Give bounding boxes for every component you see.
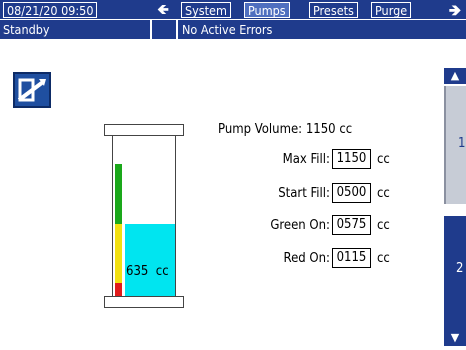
tank-bottom-cap <box>104 296 184 308</box>
tank-top-cap <box>104 124 184 136</box>
tab-presets[interactable]: Presets <box>309 2 358 18</box>
green-on-row: Green On: 0575 cc <box>200 215 420 237</box>
next-screen-button[interactable]: 🡺 <box>444 1 466 19</box>
green-on-field[interactable]: 0575 <box>332 215 371 235</box>
pumps-screen: 635 cc Pump Volume: 1150 cc Max Fill: 11… <box>0 40 440 350</box>
max-fill-row: Max Fill: 1150 cc <box>200 149 420 171</box>
fluid-level <box>125 224 175 296</box>
page-sidebar: ▲ 1 2 ▼ <box>444 60 466 350</box>
red-on-label: Red On: <box>283 251 330 266</box>
current-volume-value: 635 <box>126 264 149 279</box>
edit-button[interactable] <box>13 72 51 108</box>
pump-volume-value: 1150 cc <box>305 122 353 137</box>
green-on-unit: cc <box>377 218 390 233</box>
max-fill-label: Max Fill: <box>282 152 330 167</box>
red-on-unit: cc <box>377 251 390 266</box>
pump-volume-label: Pump Volume: <box>218 122 303 137</box>
pump-volume-display: Pump Volume: 1150 cc <box>218 122 352 137</box>
system-mode-status: Standby <box>3 22 50 37</box>
yellow-level-indicator <box>115 224 122 283</box>
max-fill-unit: cc <box>377 152 390 167</box>
left-arrow-icon: 🡸 <box>157 2 169 18</box>
tab-purge[interactable]: Purge <box>371 2 412 18</box>
green-on-label: Green On: <box>270 218 330 233</box>
current-volume-unit: cc <box>155 264 169 279</box>
start-fill-row: Start Fill: 0500 cc <box>200 183 420 205</box>
scroll-up-button[interactable]: ▲ <box>444 68 466 84</box>
current-volume-reading: 635 cc <box>126 264 169 279</box>
page-2-label: 2 <box>456 261 464 276</box>
red-on-row: Red On: 0115 cc <box>200 248 420 270</box>
up-arrow-icon: ▲ <box>450 69 460 82</box>
green-level-indicator <box>115 164 122 224</box>
start-fill-field[interactable]: 0500 <box>332 183 371 203</box>
edit-icon <box>17 78 46 102</box>
down-arrow-icon: ▼ <box>450 331 460 344</box>
pump-tank-gauge <box>104 124 184 308</box>
status-divider <box>150 20 152 39</box>
right-arrow-icon: 🡺 <box>448 1 462 19</box>
start-fill-unit: cc <box>377 186 390 201</box>
back-button[interactable]: 🡸 <box>154 1 172 19</box>
max-fill-field[interactable]: 1150 <box>332 149 371 169</box>
status-bar: Standby No Active Errors <box>0 20 466 39</box>
status-divider <box>176 20 178 39</box>
page-2-button[interactable]: 2 <box>444 216 466 330</box>
red-level-indicator <box>115 283 122 296</box>
page-1-label: 1 <box>458 136 466 151</box>
error-status: No Active Errors <box>182 22 273 37</box>
top-nav-bar: 08/21/20 09:50 🡸 System Pumps Presets Pu… <box>0 0 466 19</box>
scroll-down-button[interactable]: ▼ <box>444 330 466 346</box>
datetime-display: 08/21/20 09:50 <box>3 2 98 18</box>
tab-pumps[interactable]: Pumps <box>244 2 290 18</box>
red-on-field[interactable]: 0115 <box>332 248 371 268</box>
tab-system[interactable]: System <box>181 2 231 18</box>
page-1-button[interactable]: 1 <box>444 86 466 204</box>
start-fill-label: Start Fill: <box>278 186 330 201</box>
